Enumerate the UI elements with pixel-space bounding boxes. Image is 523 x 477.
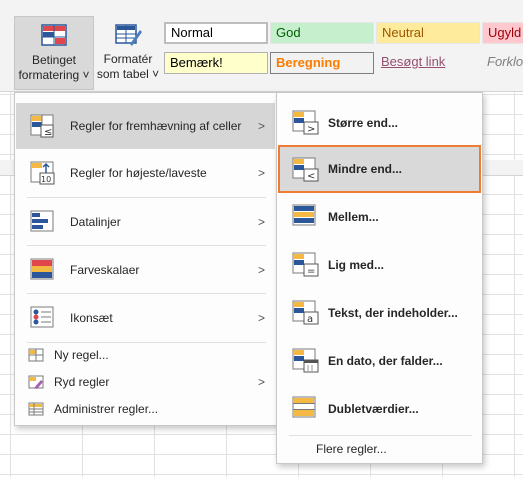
submenu-item-greater-than[interactable]: > Større end... bbox=[278, 100, 481, 146]
menu-item-data-bars[interactable]: Datalinjer > bbox=[16, 199, 275, 245]
chevron-right-icon: > bbox=[257, 375, 265, 389]
manage-rules-icon bbox=[28, 402, 44, 416]
submenu-item-label: Tekst, der indeholder... bbox=[328, 306, 458, 320]
chevron-right-icon: > bbox=[257, 311, 265, 325]
submenu-item-label: En dato, der falder... bbox=[328, 354, 443, 368]
format-as-table-button[interactable]: Formatér som tabel ˅ bbox=[94, 16, 162, 90]
format-as-table-label-2: som tabel ˅ bbox=[96, 67, 160, 81]
submenu-item-label: Mindre end... bbox=[328, 162, 403, 176]
icon-sets-icon bbox=[30, 306, 54, 328]
menu-separator bbox=[27, 293, 266, 294]
new-rule-icon bbox=[28, 348, 44, 362]
duplicate-values-icon bbox=[292, 396, 316, 418]
svg-text:=: = bbox=[307, 266, 315, 277]
highlight-cells-submenu: > Større end... < Mindre end... Mellem..… bbox=[276, 92, 483, 464]
cell-styles-gallery: Normal God Neutral Ugyld Bemærk! Beregni… bbox=[164, 22, 523, 78]
menu-item-label: Administrer regler... bbox=[54, 402, 159, 416]
menu-item-icon-sets[interactable]: Ikonsæt > bbox=[16, 295, 275, 341]
top-bottom-icon: 10 bbox=[30, 161, 55, 185]
greater-than-icon: > bbox=[292, 110, 319, 135]
style-good[interactable]: God bbox=[270, 22, 374, 44]
conditional-formatting-button[interactable]: Betinget formatering ˅ bbox=[14, 16, 94, 90]
highlight-cells-icon: ≤ bbox=[30, 114, 54, 138]
color-scales-icon bbox=[30, 258, 54, 280]
style-explanatory[interactable]: Forklo bbox=[482, 52, 523, 74]
style-neutral[interactable]: Neutral bbox=[376, 22, 480, 44]
menu-item-label: Datalinjer bbox=[70, 215, 121, 229]
between-icon bbox=[292, 204, 316, 226]
submenu-item-label: Mellem... bbox=[328, 210, 379, 224]
menu-item-top-bottom-rules[interactable]: 10 Regler for højeste/laveste > bbox=[16, 150, 275, 196]
style-note[interactable]: Bemærk! bbox=[164, 52, 268, 74]
menu-item-label: Farveskalaer bbox=[70, 263, 140, 277]
conditional-formatting-label-2: formatering ˅ bbox=[18, 68, 90, 82]
submenu-item-text-contains[interactable]: a Tekst, der indeholder... bbox=[278, 290, 481, 336]
conditional-formatting-icon bbox=[41, 24, 67, 46]
clear-rules-icon bbox=[28, 375, 44, 389]
format-as-table-label-1: Formatér bbox=[103, 52, 153, 66]
submenu-item-label: Dubletværdier... bbox=[328, 402, 419, 416]
submenu-item-more-rules[interactable]: Flere regler... bbox=[278, 436, 481, 462]
style-visited-link[interactable]: Besøgt link bbox=[376, 52, 480, 74]
data-bars-icon bbox=[30, 210, 54, 232]
menu-item-highlight-cells-rules[interactable]: ≤ Regler for fremhævning af celler > bbox=[16, 103, 275, 149]
text-contains-icon: a bbox=[292, 300, 319, 325]
style-calculation[interactable]: Beregning bbox=[270, 52, 374, 74]
submenu-item-label: Lig med... bbox=[328, 258, 385, 272]
menu-item-label: Regler for fremhævning af celler bbox=[70, 119, 242, 133]
date-occurring-icon bbox=[292, 348, 319, 373]
chevron-right-icon: > bbox=[257, 166, 265, 180]
menu-item-label: Ryd regler bbox=[54, 375, 110, 389]
svg-text:<: < bbox=[307, 171, 315, 182]
style-bad[interactable]: Ugyld bbox=[482, 22, 523, 44]
menu-item-clear-rules[interactable]: Ryd regler > bbox=[16, 369, 275, 395]
format-as-table-icon bbox=[115, 24, 142, 46]
submenu-item-equal-to[interactable]: = Lig med... bbox=[278, 242, 481, 288]
menu-item-manage-rules[interactable]: Administrer regler... bbox=[16, 396, 275, 422]
chevron-right-icon: > bbox=[257, 215, 265, 229]
submenu-item-date-occurring[interactable]: En dato, der falder... bbox=[278, 338, 481, 384]
conditional-formatting-menu: ≤ Regler for fremhævning af celler > 10 … bbox=[14, 92, 277, 426]
menu-item-label: Regler for højeste/laveste bbox=[70, 166, 207, 180]
equal-to-icon: = bbox=[292, 252, 319, 277]
menu-item-label: Ikonsæt bbox=[70, 311, 113, 325]
submenu-item-between[interactable]: Mellem... bbox=[278, 194, 481, 240]
menu-item-color-scales[interactable]: Farveskalaer > bbox=[16, 247, 275, 293]
submenu-item-label: Større end... bbox=[328, 116, 399, 130]
chevron-right-icon: > bbox=[257, 119, 265, 133]
chevron-right-icon: > bbox=[257, 263, 265, 277]
menu-separator bbox=[27, 245, 266, 246]
menu-separator bbox=[27, 197, 266, 198]
svg-text:a: a bbox=[307, 314, 313, 325]
menu-item-new-rule[interactable]: Ny regel... bbox=[16, 342, 275, 368]
svg-text:>: > bbox=[307, 124, 315, 135]
less-than-icon: < bbox=[292, 157, 319, 182]
svg-text:10: 10 bbox=[41, 175, 51, 184]
submenu-item-label: Flere regler... bbox=[316, 442, 387, 456]
submenu-item-duplicate-values[interactable]: Dubletværdier... bbox=[278, 386, 481, 432]
submenu-item-less-than[interactable]: < Mindre end... bbox=[278, 145, 481, 193]
svg-text:≤: ≤ bbox=[44, 127, 52, 138]
style-normal[interactable]: Normal bbox=[164, 22, 268, 44]
ribbon: Betinget formatering ˅ Formatér som tabe… bbox=[0, 0, 523, 92]
menu-item-label: Ny regel... bbox=[54, 348, 109, 362]
conditional-formatting-label-1: Betinget bbox=[31, 53, 77, 67]
